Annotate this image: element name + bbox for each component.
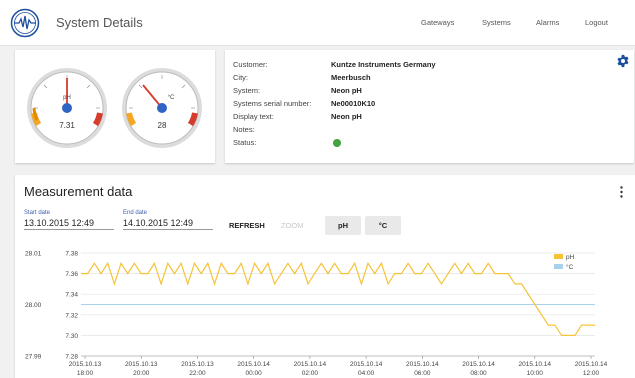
- x-tick-time: 08:00: [470, 370, 487, 377]
- info-label: System:: [233, 86, 261, 95]
- info-value: Meerbusch: [331, 73, 371, 82]
- nav-logout[interactable]: Logout: [585, 18, 608, 27]
- ph-toggle-button[interactable]: pH: [325, 216, 361, 235]
- x-tick-time: 06:00: [414, 370, 431, 377]
- series-line-ph: [81, 261, 595, 337]
- start-date-label: Start date: [24, 210, 51, 216]
- y-axis-left: 28.01 28.00 27.99: [25, 251, 42, 361]
- measurement-title: Measurement data: [24, 184, 133, 199]
- status-ok-icon: [333, 139, 341, 147]
- x-tick-date: 2015.10.14: [294, 361, 327, 368]
- nav-alarms[interactable]: Alarms: [536, 18, 559, 27]
- measurement-card: Measurement data Start date 13.10.2015 1…: [15, 175, 635, 378]
- gauge-temp-unit: °C: [168, 95, 175, 101]
- info-value: Neon pH: [331, 86, 362, 95]
- y-tick-label: 7.34: [65, 292, 78, 299]
- y-tick-label: 7.36: [65, 271, 78, 278]
- info-value: Kuntze Instruments Germany: [331, 60, 436, 69]
- info-label: Systems serial number:: [233, 99, 312, 108]
- y-tick-label: 28.00: [25, 302, 42, 309]
- gauge-temp-value: 28: [158, 121, 167, 130]
- gear-icon[interactable]: [616, 54, 630, 68]
- end-date-input[interactable]: 14.10.2015 12:49: [123, 218, 213, 230]
- info-label: Notes:: [233, 125, 255, 134]
- gauge-card: pH 7.31 °C 28: [15, 50, 215, 163]
- brand-logo-icon[interactable]: [10, 8, 40, 38]
- x-tick-time: 20:00: [133, 370, 150, 377]
- x-tick-date: 2015.10.13: [125, 361, 158, 368]
- info-label: Status:: [233, 138, 257, 147]
- y-tick-label: 27.99: [25, 354, 42, 361]
- legend-swatch: [554, 264, 563, 269]
- x-tick-date: 2015.10.14: [406, 361, 439, 368]
- legend-swatch: [554, 254, 563, 259]
- x-tick-date: 2015.10.14: [519, 361, 552, 368]
- gauge-ph-value: 7.31: [59, 121, 75, 130]
- chart-legend: pH °C: [554, 254, 575, 271]
- temp-toggle-button[interactable]: °C: [365, 216, 401, 235]
- y-tick-label: 7.28: [65, 354, 78, 361]
- x-tick-time: 18:00: [77, 370, 94, 377]
- zoom-button[interactable]: ZOOM: [281, 221, 304, 230]
- legend-label: pH: [566, 254, 575, 261]
- x-tick-date: 2015.10.14: [350, 361, 383, 368]
- gauge-ph: pH 7.31: [27, 68, 107, 148]
- info-label: City:: [233, 73, 248, 82]
- x-tick-date: 2015.10.13: [69, 361, 102, 368]
- info-value: Ne00010K10: [331, 99, 376, 108]
- x-tick-date: 2015.10.14: [237, 361, 270, 368]
- x-tick-time: 22:00: [189, 370, 206, 377]
- x-tick-date: 2015.10.14: [575, 361, 608, 368]
- chart-series: [81, 261, 595, 337]
- y-tick-label: 28.01: [25, 251, 42, 258]
- x-tick-date: 2015.10.13: [181, 361, 214, 368]
- y-tick-label: 7.30: [65, 333, 78, 340]
- x-tick-time: 12:00: [583, 370, 600, 377]
- y-tick-label: 7.32: [65, 312, 78, 319]
- x-tick-time: 02:00: [302, 370, 319, 377]
- gauge-temp: °C 28: [122, 68, 202, 148]
- info-label: Customer:: [233, 60, 268, 69]
- info-value: Neon pH: [331, 112, 362, 121]
- start-date-input[interactable]: 13.10.2015 12:49: [24, 218, 114, 230]
- refresh-button[interactable]: REFRESH: [229, 221, 265, 230]
- system-info-card: Customer: Kuntze Instruments Germany Cit…: [225, 50, 634, 163]
- y-axis-right: 7.38 7.36 7.34 7.32 7.30 7.28: [65, 251, 78, 361]
- y-tick-label: 7.38: [65, 251, 78, 258]
- gauges: pH 7.31 °C 28: [27, 68, 202, 148]
- info-label: Display text:: [233, 112, 274, 121]
- nav-gateways[interactable]: Gateways: [421, 18, 454, 27]
- x-axis: 2015.10.13 18:00 2015.10.13 20:00 2015.10.13…: [69, 355, 608, 377]
- gauge-ph-unit: pH: [63, 95, 71, 101]
- page-title: System Details: [56, 15, 143, 30]
- legend-label: °C: [566, 263, 574, 271]
- more-vertical-icon[interactable]: [620, 186, 623, 198]
- end-date-label: End date: [123, 210, 148, 216]
- measurement-chart: 28.01 28.00 27.99 7.38 7.36 7.34 7.32 7.30 7.28…: [25, 251, 608, 378]
- x-tick-time: 00:00: [246, 370, 263, 377]
- x-tick-time: 10:00: [527, 370, 544, 377]
- x-tick-time: 04:00: [358, 370, 375, 377]
- x-tick-date: 2015.10.14: [462, 361, 495, 368]
- top-bar: System Details Gateways Systems Alarms L…: [0, 0, 635, 46]
- nav-systems[interactable]: Systems: [482, 18, 511, 27]
